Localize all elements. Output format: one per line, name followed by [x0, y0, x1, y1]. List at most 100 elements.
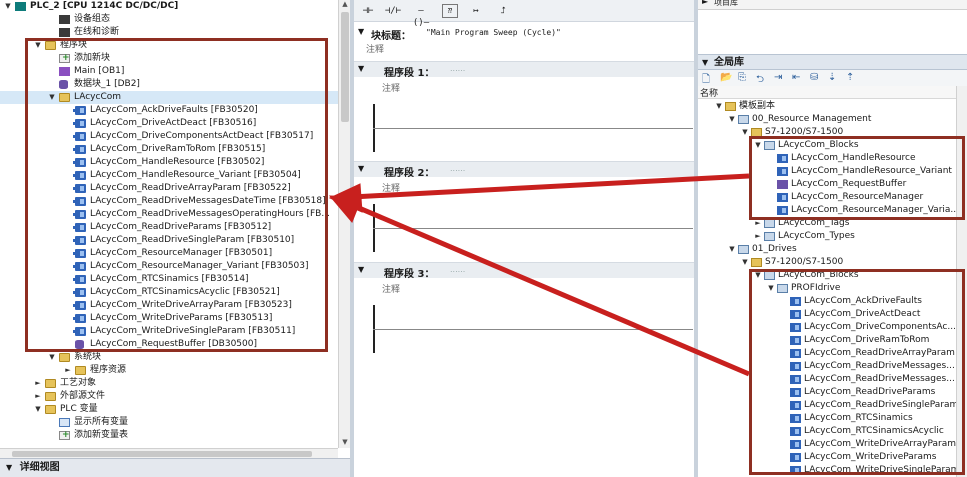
tree-item[interactable]: LAcycCom_HandleResource_Variant [FB30504…	[0, 169, 338, 182]
global-library-header[interactable]: ▼ 全局库	[698, 54, 967, 70]
collapse-arrow-icon[interactable]: ▼	[48, 351, 56, 364]
tree-item[interactable]: ► 程序资源	[0, 364, 338, 377]
collapse-arrow-icon[interactable]: ▼	[358, 164, 364, 173]
tree-item[interactable]: LAcycCom_RTCSinamics [FB30514]	[0, 273, 338, 286]
library-item[interactable]: ► LAcycCom_Tags	[698, 217, 956, 230]
sort-desc-icon[interactable]: ⇡	[846, 72, 854, 83]
library-item[interactable]: LAcycCom_ReadDriveMessages...	[698, 360, 956, 373]
update-icon[interactable]: ⇥	[774, 72, 782, 83]
collapse-arrow-icon[interactable]: ▼	[754, 269, 762, 282]
project-library-strip[interactable]: ► 项目库	[698, 0, 967, 10]
details-view-header[interactable]: ▼ 详细视图	[0, 458, 350, 477]
tree-item[interactable]: LAcycCom_RequestBuffer [DB30500]	[0, 338, 338, 351]
nc-contact-button[interactable]: ⊣/⊢	[382, 4, 404, 18]
collapse-arrow-icon[interactable]: ▼	[358, 265, 364, 274]
library-item[interactable]: LAcycCom_ReadDriveSingleParam	[698, 399, 958, 412]
library-item[interactable]: ▼ LAcycCom_Blocks	[698, 269, 956, 282]
expand-arrow-icon[interactable]: ►	[754, 230, 762, 243]
tree-item[interactable]: LAcycCom_ReadDriveSingleParam [FB30510]	[0, 234, 338, 247]
library-item[interactable]: LAcycCom_RTCSinamicsAcyclic	[698, 425, 956, 438]
block-comment[interactable]: 注释	[366, 42, 384, 55]
tree-item[interactable]: LAcycCom_RTCSinamicsAcyclic [FB30521]	[0, 286, 338, 299]
expand-arrow-icon[interactable]: ►	[64, 364, 72, 377]
no-contact-button[interactable]: ⊣⊢	[357, 4, 379, 18]
library-item[interactable]: ▼ 模板副本	[698, 100, 956, 113]
tree-item[interactable]: LAcycCom_WriteDriveArrayParam [FB30523]	[0, 299, 338, 312]
close-branch-button[interactable]: ⮥	[492, 4, 514, 18]
collapse-arrow-icon[interactable]: ▼	[702, 55, 708, 70]
tree-item[interactable]: ▼ 程序块	[0, 39, 338, 52]
library-item[interactable]: LAcycCom_ResourceManager_Varia...	[698, 204, 959, 217]
expand-arrow-icon[interactable]: ►	[702, 0, 708, 6]
tree-item[interactable]: LAcycCom_ReadDriveMessagesDateTime [FB30…	[0, 195, 338, 208]
library-item[interactable]: LAcycCom_ReadDriveParams	[698, 386, 956, 399]
expand-arrow-icon[interactable]: ►	[34, 390, 42, 403]
tree-item[interactable]: ► 外部源文件	[0, 390, 338, 403]
network-1-rung[interactable]	[373, 128, 693, 129]
network-3-header[interactable]: ▼ 程序段 3： ......	[354, 262, 694, 280]
collapse-arrow-icon[interactable]: ▼	[728, 113, 736, 126]
tree-item[interactable]: LAcycCom_AckDriveFaults [FB30520]	[0, 104, 338, 117]
library-item[interactable]: LAcycCom_WriteDriveSingleParam	[698, 464, 959, 477]
project-tree-vscrollbar[interactable]: ▲ ▼	[338, 0, 350, 448]
network-3-title[interactable]: ......	[450, 265, 465, 274]
network-2-comment[interactable]: 注释	[382, 181, 400, 194]
tree-item[interactable]: Main [OB1]	[0, 65, 338, 78]
coil-button[interactable]: –()–	[410, 4, 432, 28]
library-item[interactable]: ▼ S7-1200/S7-1500	[698, 256, 956, 269]
library-item[interactable]: LAcycCom_HandleResource_Variant	[698, 165, 956, 178]
tree-item[interactable]: 显示所有变量	[0, 416, 338, 429]
collapse-arrow-icon[interactable]: ▼	[358, 27, 364, 36]
collapse-arrow-icon[interactable]: ▼	[741, 256, 749, 269]
library-item[interactable]: LAcycCom_DriveComponentsAc...	[698, 321, 956, 334]
tree-item[interactable]: LAcycCom_DriveComponentsActDeact [FB3051…	[0, 130, 338, 143]
expand-arrow-icon[interactable]: ►	[754, 217, 762, 230]
scroll-thumb[interactable]	[341, 12, 349, 122]
sort-asc-icon[interactable]: ⇣	[828, 72, 836, 83]
block-title-value[interactable]: "Main Program Sweep (Cycle)"	[426, 28, 561, 37]
library-vscrollbar[interactable]	[956, 86, 967, 477]
tree-item[interactable]: LAcycCom_WriteDriveSingleParam [FB30511]	[0, 325, 338, 338]
collapse-arrow-icon[interactable]: ▼	[767, 282, 775, 295]
network-1-comment[interactable]: 注释	[382, 81, 400, 94]
library-item[interactable]: LAcycCom_RTCSinamics	[698, 412, 956, 425]
import-icon[interactable]: ⇤	[792, 72, 800, 83]
tree-item[interactable]: 设备组态	[0, 13, 338, 26]
library-item[interactable]: ▼ 01_Drives	[698, 243, 956, 256]
collapse-arrow-icon[interactable]: ▼	[48, 91, 56, 104]
tree-item[interactable]: ► 工艺对象	[0, 377, 338, 390]
library-item[interactable]: ▼ PROFIdrive	[698, 282, 956, 295]
network-1-title[interactable]: ......	[450, 64, 465, 73]
library-item[interactable]: LAcycCom_ReadDriveArrayParam	[698, 347, 956, 360]
network-1-header[interactable]: ▼ 程序段 1： ......	[354, 61, 694, 79]
collapse-arrow-icon[interactable]: ▼	[34, 403, 42, 416]
scroll-down-icon[interactable]: ▼	[339, 438, 350, 448]
library-item[interactable]: LAcycCom_WriteDriveParams	[698, 451, 956, 464]
tree-item[interactable]: 添加新块	[0, 52, 338, 65]
collapse-arrow-icon[interactable]: ▼	[741, 126, 749, 139]
collapse-arrow-icon[interactable]: ▼	[715, 100, 723, 113]
network-2-title[interactable]: ......	[450, 164, 465, 173]
library-item[interactable]: LAcycCom_HandleResource	[698, 152, 956, 165]
library-item[interactable]: LAcycCom_ResourceManager	[698, 191, 956, 204]
library-item[interactable]: LAcycCom_DriveActDeact	[698, 308, 956, 321]
collapse-arrow-icon[interactable]: ▼	[754, 139, 762, 152]
tree-item[interactable]: ▼ 系统块	[0, 351, 338, 364]
tree-item[interactable]: LAcycCom_ReadDriveParams [FB30512]	[0, 221, 338, 234]
open-library-icon[interactable]: 📂	[720, 72, 732, 83]
hscroll-thumb[interactable]	[12, 451, 312, 457]
tree-item[interactable]: LAcycCom_HandleResource [FB30502]	[0, 156, 338, 169]
network-3-rung[interactable]	[373, 329, 693, 330]
tree-item[interactable]: ▼ PLC_2 [CPU 1214C DC/DC/DC]	[0, 0, 338, 13]
library-item[interactable]: LAcycCom_DriveRamToRom	[698, 334, 956, 347]
collapse-arrow-icon[interactable]: ▼	[34, 39, 42, 52]
tree-item[interactable]: LAcycCom_ResourceManager_Variant [FB3050…	[0, 260, 338, 273]
tree-item[interactable]: 添加新变量表	[0, 429, 338, 442]
library-item[interactable]: ▼ LAcycCom_Blocks	[698, 139, 956, 152]
empty-box-button[interactable]: ⁇	[442, 4, 458, 18]
library-item[interactable]: ► LAcycCom_Types	[698, 230, 956, 243]
collapse-arrow-icon[interactable]: ▼	[728, 243, 736, 256]
tree-item[interactable]: ▼ LAcycCom	[0, 91, 338, 104]
tree-item[interactable]: LAcycCom_ReadDriveMessagesOperatingHours…	[0, 208, 338, 221]
collapse-arrow-icon[interactable]: ▼	[4, 0, 12, 13]
